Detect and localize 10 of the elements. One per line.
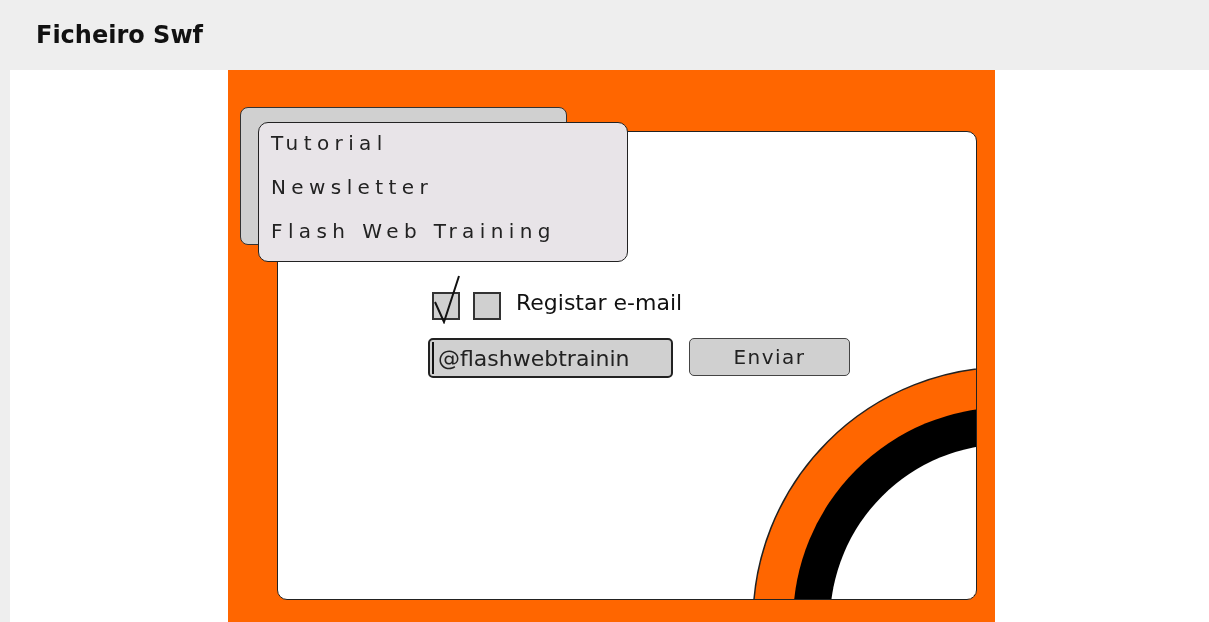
menu-item[interactable]: Tutorial	[271, 125, 627, 161]
send-button[interactable]: Enviar	[689, 338, 850, 376]
checkbox-label: Registar e-mail	[516, 290, 683, 315]
menu-item[interactable]: Newsletter	[271, 169, 627, 205]
email-field[interactable]: @flashwebtrainin	[428, 338, 673, 378]
menu-item[interactable]: Flash Web Training	[271, 213, 627, 249]
checkbox[interactable]	[473, 292, 501, 320]
checkmark-icon	[432, 274, 462, 324]
page-title: Ficheiro Swf	[36, 21, 203, 49]
text-caret	[432, 342, 434, 374]
